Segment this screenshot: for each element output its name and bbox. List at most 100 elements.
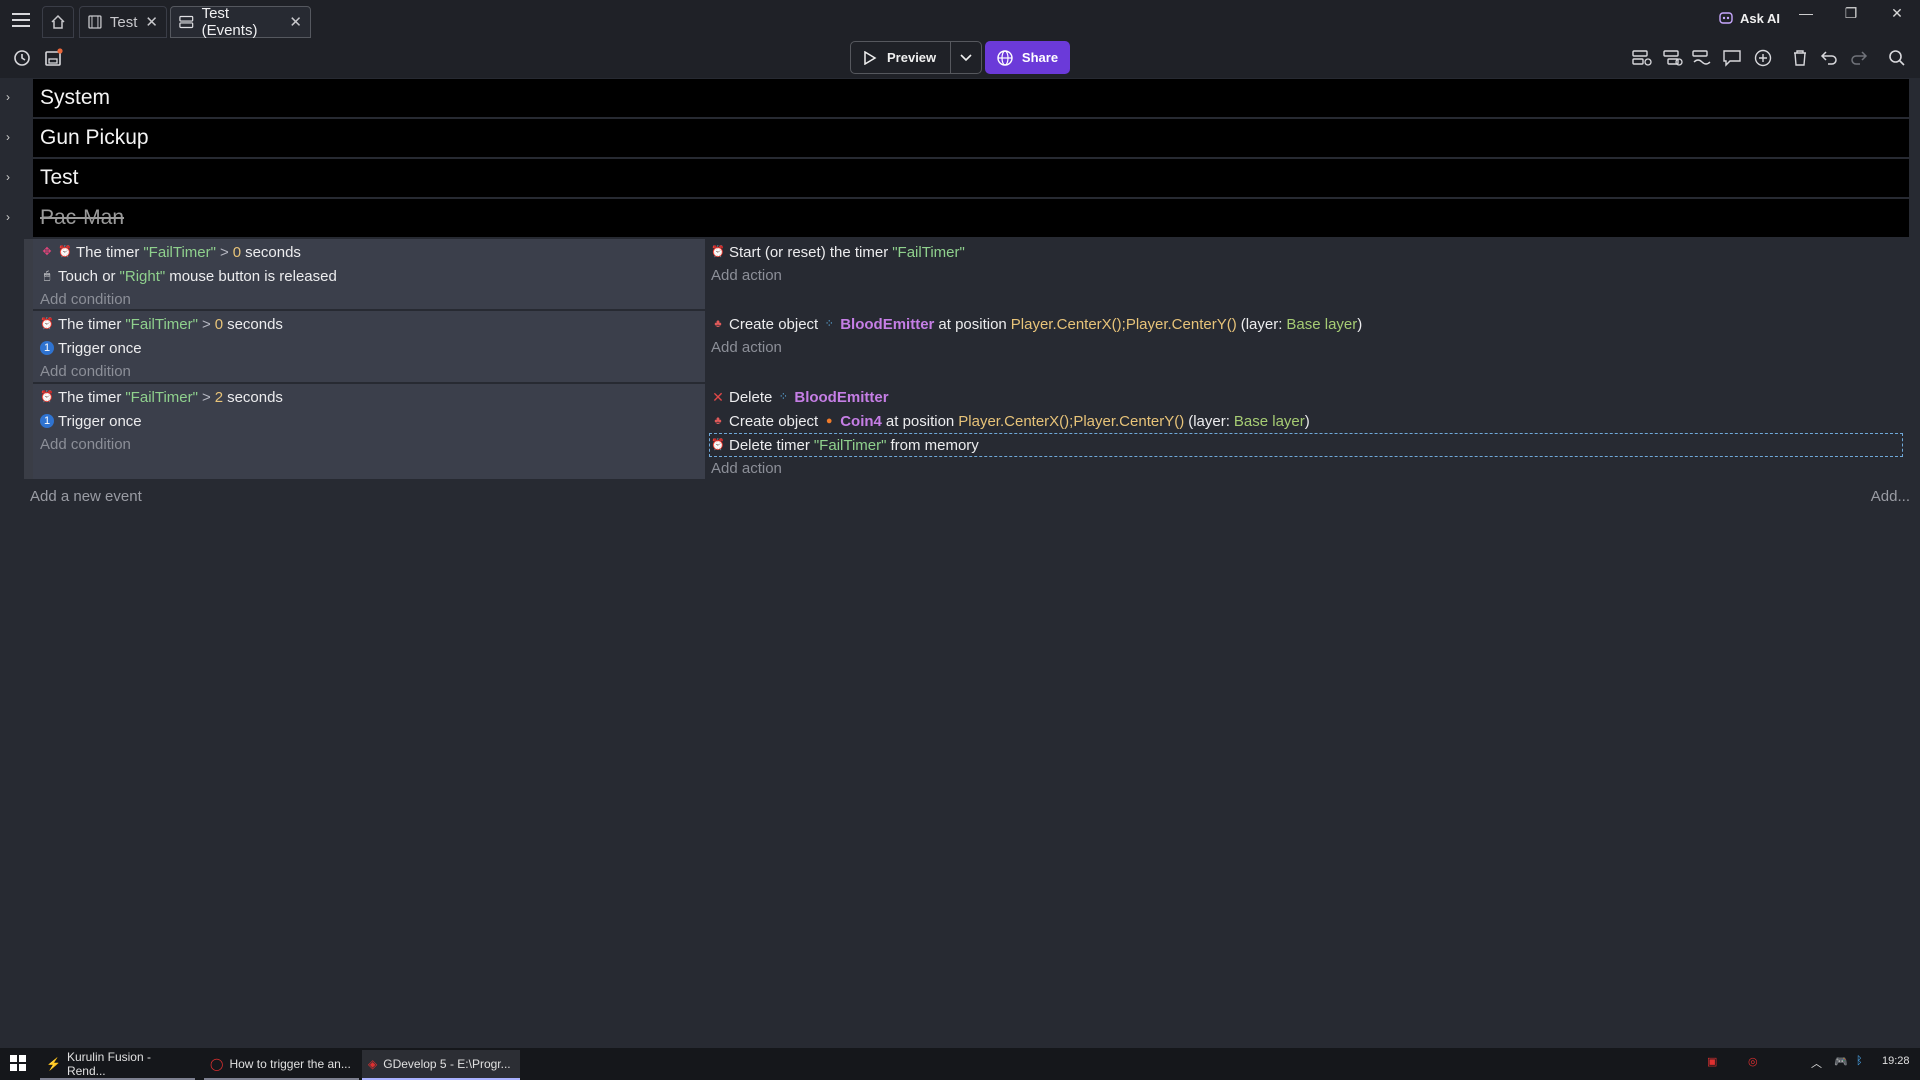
globe-icon (997, 49, 1013, 66)
add-action-link[interactable]: Add action (711, 337, 782, 357)
condition-line[interactable]: 1 Trigger once (40, 411, 142, 431)
condition-line[interactable]: ✥ ⏰ The timer "FailTimer" > 0 seconds (40, 242, 301, 262)
action-line-selected[interactable]: ⏰ Delete timer "FailTimer" from memory (709, 433, 1903, 457)
add-condition-link[interactable]: Add condition (40, 361, 131, 381)
film-icon (88, 15, 102, 29)
opera-icon: ◯ (210, 1057, 224, 1071)
group-row[interactable]: Pac-Man (33, 199, 1909, 237)
conditions-column: ✥ ⏰ The timer "FailTimer" > 0 seconds 🖱 … (33, 239, 705, 310)
redo-icon[interactable] (1847, 46, 1871, 70)
tab-label: Test (Events) (201, 5, 258, 39)
condition-line[interactable]: ⏰ The timer "FailTimer" > 0 seconds (40, 314, 283, 334)
add-more-link[interactable]: Add... (1871, 488, 1910, 505)
taskbar-item[interactable]: ◯ How to trigger the an... (204, 1050, 359, 1080)
chevron-right-icon[interactable]: › (6, 130, 10, 144)
delete-icon: ✕ (712, 389, 724, 405)
action-line[interactable]: ⏰ Start (or reset) the timer "FailTimer" (711, 242, 965, 262)
add-new-event-link[interactable]: Add a new event (30, 488, 142, 505)
add-action-link[interactable]: Add action (711, 458, 782, 478)
actions-column: ♣ Create object ⁘ BloodEmitter at positi… (705, 311, 1909, 382)
clock[interactable]: 19:28 (1882, 1055, 1910, 1067)
toolbar: Preview Share (0, 40, 1920, 78)
condition-line[interactable]: 🖱 Touch or "Right" mouse button is relea… (40, 266, 337, 286)
minimize-button[interactable]: — (1791, 2, 1821, 24)
particle-emitter-icon: ⁘ (778, 391, 788, 403)
group-title: Gun Pickup (40, 126, 149, 149)
coin-icon: ● (825, 415, 833, 427)
taskbar: ⚡ Kurulin Fusion - Rend... ◯ How to trig… (0, 1048, 1920, 1080)
conditions-column: ⏰ The timer "FailTimer" > 2 seconds 1 Tr… (33, 384, 705, 479)
preview-options-button[interactable] (951, 42, 981, 73)
controller-icon[interactable]: 🎮 (1834, 1055, 1848, 1068)
save-icon[interactable] (41, 46, 65, 70)
search-icon[interactable] (1885, 46, 1909, 70)
events-icon (179, 15, 194, 29)
chevron-up-icon[interactable]: ︿ (1811, 1055, 1822, 1071)
condition-line[interactable]: 1 Trigger once (40, 338, 142, 358)
preview-button[interactable]: Preview (851, 42, 952, 73)
group-title: System (40, 86, 111, 109)
tab-home[interactable] (42, 6, 74, 38)
share-label: Share (1021, 50, 1059, 65)
timer-icon: ⏰ (711, 246, 725, 258)
add-icon[interactable] (1751, 46, 1775, 70)
group-row[interactable]: Test (33, 159, 1909, 197)
menu-icon[interactable] (10, 10, 32, 30)
add-other-event-icon[interactable] (1690, 46, 1714, 70)
create-object-icon: ♣ (714, 318, 722, 330)
particle-emitter-icon: ⁘ (824, 318, 834, 330)
add-action-link[interactable]: Add action (711, 265, 782, 285)
event-row[interactable]: ⏰ The timer "FailTimer" > 0 seconds 1 Tr… (33, 311, 1909, 382)
actions-column: ⏰ Start (or reset) the timer "FailTimer"… (705, 239, 1909, 310)
action-line[interactable]: ✕ Delete ⁘ BloodEmitter (711, 387, 888, 407)
tab-scene-test[interactable]: Test ✕ (79, 6, 167, 38)
history-icon[interactable] (10, 46, 34, 70)
preview-label: Preview (887, 50, 937, 65)
play-icon (864, 50, 877, 65)
condition-line[interactable]: ⏰ The timer "FailTimer" > 2 seconds (40, 387, 283, 407)
conditions-column: ⏰ The timer "FailTimer" > 0 seconds 1 Tr… (33, 311, 705, 382)
robot-icon (1719, 12, 1733, 24)
trigger-once-icon: 1 (40, 414, 54, 428)
event-row[interactable]: ⏰ The timer "FailTimer" > 2 seconds 1 Tr… (33, 384, 1909, 479)
close-window-button[interactable]: ✕ (1882, 2, 1912, 24)
event-gutter (24, 239, 33, 479)
undo-icon[interactable] (1817, 46, 1841, 70)
event-row[interactable]: ✥ ⏰ The timer "FailTimer" > 0 seconds 🖱 … (33, 239, 1909, 310)
restore-button[interactable]: ❐ (1836, 2, 1866, 24)
app-icon: ⚡ (46, 1057, 61, 1071)
close-icon[interactable]: ✕ (289, 13, 302, 31)
chevron-right-icon[interactable]: › (6, 90, 10, 104)
tab-events[interactable]: Test (Events) ✕ (170, 5, 311, 39)
ask-ai-label: Ask AI (1740, 10, 1780, 26)
trash-icon[interactable] (1788, 46, 1812, 70)
add-condition-link[interactable]: Add condition (40, 434, 131, 454)
bluetooth-icon[interactable]: ᛒ (1856, 1055, 1863, 1067)
timer-icon: ⏰ (40, 391, 54, 403)
chevron-right-icon[interactable]: › (6, 170, 10, 184)
chevron-right-icon[interactable]: › (6, 210, 10, 224)
share-button[interactable]: Share (985, 41, 1070, 74)
tray-app-icon[interactable]: ▣ (1707, 1055, 1717, 1068)
timer-icon: ⏰ (58, 246, 72, 258)
home-icon (51, 14, 65, 29)
action-line[interactable]: ♣ Create object ⁘ BloodEmitter at positi… (711, 314, 1362, 334)
windows-start-icon[interactable] (8, 1053, 28, 1073)
close-icon[interactable]: ✕ (145, 13, 158, 31)
ask-ai-button[interactable]: Ask AI (1718, 7, 1780, 29)
add-condition-link[interactable]: Add condition (40, 289, 131, 309)
create-object-icon: ♣ (714, 415, 722, 427)
add-event-icon[interactable] (1630, 46, 1654, 70)
chevron-down-icon (960, 53, 972, 61)
group-row[interactable]: System (33, 79, 1909, 117)
add-subevent-icon[interactable] (1661, 46, 1685, 70)
tray-opera-icon[interactable]: ◎ (1748, 1055, 1758, 1068)
action-line[interactable]: ♣ Create object ● Coin4 at position Play… (711, 411, 1309, 431)
timer-icon: ⏰ (711, 439, 725, 451)
taskbar-item[interactable]: ◈ GDevelop 5 - E:\Progr... (362, 1050, 520, 1080)
group-title: Test (40, 166, 79, 189)
add-comment-icon[interactable] (1720, 46, 1744, 70)
mouse-icon: ✥ (42, 246, 52, 258)
taskbar-item[interactable]: ⚡ Kurulin Fusion - Rend... (40, 1050, 195, 1080)
group-row[interactable]: Gun Pickup (33, 119, 1909, 157)
